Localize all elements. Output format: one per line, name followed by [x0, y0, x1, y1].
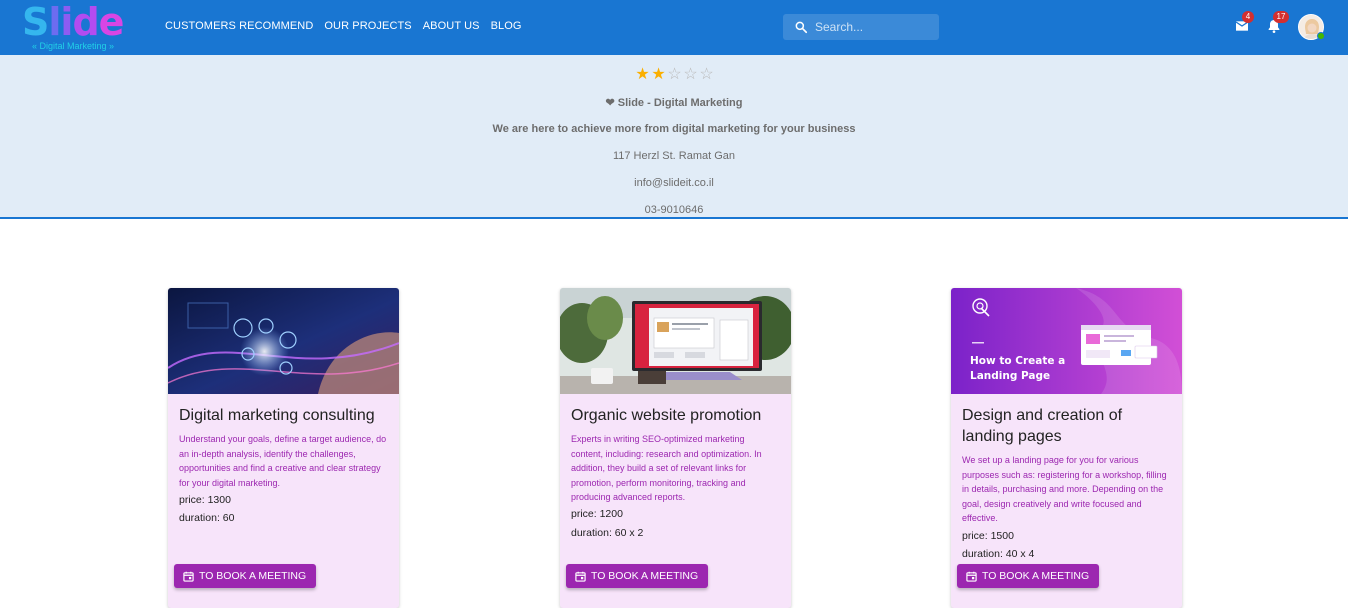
star-filled-icon[interactable]: ★: [651, 67, 666, 83]
online-status-dot: [1317, 32, 1325, 40]
service-title: Design and creation of landing pages: [962, 407, 1123, 445]
service-title: Digital marketing consulting: [179, 407, 375, 424]
star-empty-icon[interactable]: ☆: [683, 67, 698, 83]
business-info-banner: ★ ★ ☆ ☆ ☆ ❤ Slide - Digital Marketing We are …: [0, 55, 1348, 219]
rating-stars[interactable]: ★ ★ ☆ ☆ ☆: [635, 67, 714, 83]
calendar-icon: [575, 571, 586, 582]
service-duration: duration: 60: [179, 512, 235, 524]
service-image: [560, 288, 791, 394]
mail-count-badge: 4: [1242, 11, 1254, 23]
app-bar: Slide « Digital Marketing » CUSTOMERS RE…: [0, 0, 1348, 55]
star-empty-icon[interactable]: ☆: [699, 67, 714, 83]
service-image: [168, 288, 399, 394]
search-icon: [795, 21, 808, 34]
star-filled-icon[interactable]: ★: [635, 67, 650, 83]
book-meeting-label: TO BOOK A MEETING: [982, 570, 1090, 582]
nav-customers-recommend[interactable]: CUSTOMERS RECOMMEND: [165, 20, 313, 32]
book-meeting-button[interactable]: TO BOOK A MEETING: [957, 564, 1100, 588]
main-nav: CUSTOMERS RECOMMEND OUR PROJECTS ABOUT U…: [165, 20, 522, 32]
service-description: Understand your goals, define a target a…: [179, 434, 387, 488]
business-phone: 03-9010646: [644, 204, 704, 216]
heart-icon: ❤: [605, 97, 615, 109]
business-address: 117 Herzl St. Ramat Gan: [612, 150, 736, 162]
book-meeting-button[interactable]: TO BOOK A MEETING: [566, 564, 709, 588]
book-meeting-label: TO BOOK A MEETING: [591, 570, 699, 582]
logo-subtitle: « Digital Marketing »: [32, 41, 115, 51]
logo[interactable]: Slide « Digital Marketing »: [22, 0, 124, 52]
book-meeting-button[interactable]: TO BOOK A MEETING: [174, 564, 317, 588]
service-card: Digital marketing consulting Understand …: [168, 288, 399, 608]
notification-count-badge: 17: [1273, 11, 1289, 23]
nav-our-projects[interactable]: OUR PROJECTS: [324, 20, 411, 32]
service-title: Organic website promotion: [571, 407, 762, 424]
calendar-icon: [966, 571, 977, 582]
nav-blog[interactable]: BLOG: [491, 20, 522, 32]
service-description: Experts in writing SEO-optimized marketi…: [571, 434, 762, 503]
digital-network-image-icon: [168, 288, 399, 394]
logo-wordmark: Slide: [22, 0, 124, 44]
desktop-monitor-image-icon: [560, 288, 791, 394]
service-card: Organic website promotion Experts in wri…: [560, 288, 791, 608]
business-email: info@slideit.co.il: [634, 177, 714, 189]
business-tagline: We are here to achieve more from digital…: [492, 123, 856, 135]
nav-about-us[interactable]: ABOUT US: [423, 20, 480, 32]
service-price: price: 1300: [179, 494, 231, 506]
service-duration: duration: 40 x 4: [962, 548, 1035, 560]
star-empty-icon[interactable]: ☆: [667, 67, 682, 83]
service-description: We set up a landing page for you for var…: [962, 455, 1167, 524]
search-input[interactable]: [815, 14, 933, 40]
service-card: How to Create a Landing Page Design and …: [951, 288, 1182, 608]
business-name: Slide - Digital Marketing: [617, 97, 743, 109]
calendar-icon: [183, 571, 194, 582]
image-caption: How to Create a Landing Page: [970, 355, 1066, 382]
service-image: How to Create a Landing Page: [951, 288, 1182, 394]
book-meeting-label: TO BOOK A MEETING: [199, 570, 307, 582]
notifications-button[interactable]: 17: [1266, 11, 1289, 34]
service-price: price: 1500: [962, 530, 1014, 542]
service-price: price: 1200: [571, 508, 623, 520]
business-name-line: ❤ Slide - Digital Marketing: [0, 96, 1348, 109]
messages-button[interactable]: 4: [1234, 11, 1254, 34]
service-duration: duration: 60 x 2: [571, 527, 644, 539]
search-box: [783, 14, 939, 40]
